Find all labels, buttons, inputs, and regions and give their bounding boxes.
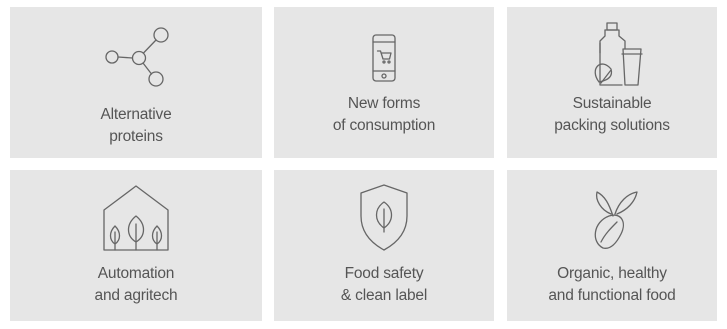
tile-automation-and-agritech: Automation and agritech (10, 170, 262, 321)
tile-label: Organic, healthy and functional food (507, 263, 717, 307)
tile-label-line1: Food safety (344, 265, 424, 282)
tile-label: New forms of consumption (274, 93, 494, 137)
seed-sprout-icon (567, 182, 657, 252)
tile-label-line2: of consumption (332, 117, 436, 134)
packaging-leaf-icon (567, 21, 657, 87)
tile-label-line1: New forms (347, 95, 421, 112)
tile-label: Automation and agritech (10, 263, 262, 307)
tile-label-line2: & clean label (340, 287, 428, 304)
tile-alternative-proteins: Alternative proteins (10, 7, 262, 158)
tile-new-forms-of-consumption: New forms of consumption (274, 7, 494, 158)
tile-label: Sustainable packing solutions (507, 93, 717, 137)
shield-leaf-icon (339, 182, 429, 252)
molecule-icon (91, 21, 181, 87)
tile-label-line2: and functional food (548, 287, 676, 304)
tile-sustainable-packing-solutions: Sustainable packing solutions (507, 7, 717, 158)
tile-label-line2: and agritech (94, 287, 178, 304)
tile-label: Alternative proteins (10, 104, 262, 148)
tile-label-line1: Automation (97, 265, 175, 282)
tile-organic-healthy-and-functional-food: Organic, healthy and functional food (507, 170, 717, 321)
smartphone-cart-icon (339, 21, 429, 87)
tile-label-line1: Sustainable (572, 95, 652, 112)
tile-food-safety-and-clean-label: Food safety & clean label (274, 170, 494, 321)
tile-label-line2: proteins (109, 128, 163, 145)
tile-label-line1: Alternative (100, 106, 172, 123)
greenhouse-icon (91, 180, 181, 252)
tile-label-line1: Organic, healthy (557, 265, 667, 282)
tile-label: Food safety & clean label (274, 263, 494, 307)
tile-label-line2: packing solutions (554, 117, 670, 134)
